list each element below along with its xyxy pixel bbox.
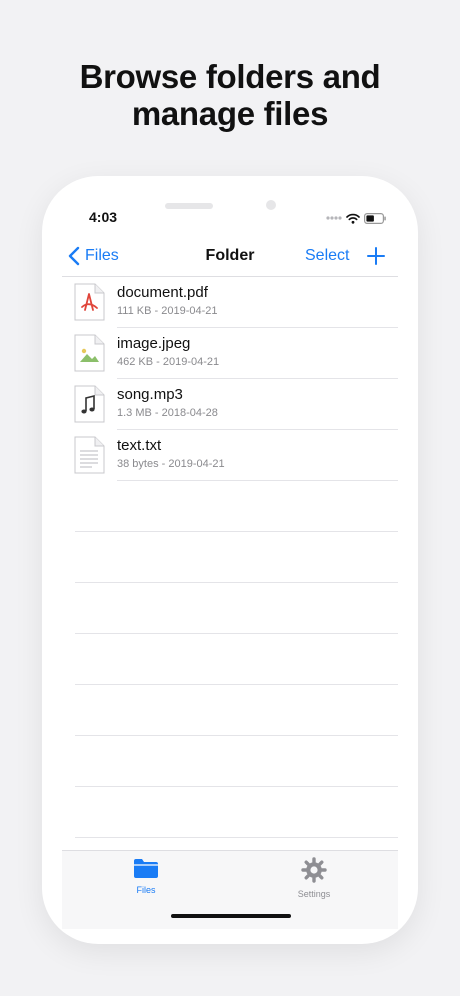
- chevron-left-icon: [68, 246, 80, 266]
- empty-row-divider: [75, 786, 398, 787]
- status-time: 4:03: [89, 209, 118, 225]
- file-meta: 111 KB - 2019-04-21: [117, 305, 218, 317]
- headline-line-2: manage files: [131, 95, 329, 132]
- list-item[interactable]: text.txt 38 bytes - 2019-04-21: [62, 430, 398, 481]
- row-divider: [117, 480, 398, 481]
- image-icon: [74, 334, 105, 372]
- empty-row-divider: [75, 837, 398, 838]
- status-icons: [326, 210, 386, 226]
- headline: Browse folders and manage files: [0, 58, 460, 132]
- empty-row-divider: [75, 735, 398, 736]
- file-meta: 462 KB - 2019-04-21: [117, 356, 220, 368]
- gear-icon: [301, 857, 327, 883]
- battery-icon: [364, 212, 386, 224]
- headline-line-1: Browse folders and: [79, 58, 381, 95]
- file-meta: 1.3 MB - 2018-04-28: [117, 407, 218, 419]
- tab-files[interactable]: Files: [106, 857, 186, 895]
- empty-row-divider: [75, 684, 398, 685]
- empty-row-divider: [75, 633, 398, 634]
- text-file-icon: [74, 436, 105, 474]
- list-item[interactable]: image.jpeg 462 KB - 2019-04-21: [62, 328, 398, 379]
- file-list: document.pdf 111 KB - 2019-04-21 image.j…: [62, 277, 398, 481]
- home-indicator: [171, 914, 291, 918]
- folder-icon: [134, 859, 158, 878]
- music-icon: [74, 385, 105, 423]
- phone-speaker: [165, 203, 213, 209]
- tab-settings-label: Settings: [297, 889, 331, 899]
- empty-row-divider: [75, 531, 398, 532]
- back-button[interactable]: Files: [68, 244, 119, 268]
- file-meta: 38 bytes - 2019-04-21: [117, 458, 225, 470]
- signal-icon: [326, 216, 342, 220]
- empty-row-divider: [75, 582, 398, 583]
- file-name: song.mp3: [117, 386, 183, 403]
- phone-camera: [266, 200, 276, 210]
- tab-files-label: Files: [136, 885, 156, 895]
- pdf-icon: [74, 283, 105, 321]
- tab-settings[interactable]: Settings: [274, 857, 354, 899]
- back-button-label: Files: [85, 247, 119, 264]
- select-button[interactable]: Select: [305, 247, 349, 265]
- wifi-icon: [346, 213, 360, 224]
- list-item[interactable]: document.pdf 111 KB - 2019-04-21: [62, 277, 398, 328]
- list-item[interactable]: song.mp3 1.3 MB - 2018-04-28: [62, 379, 398, 430]
- file-name: document.pdf: [117, 284, 208, 301]
- file-name: image.jpeg: [117, 335, 191, 352]
- add-icon[interactable]: [366, 246, 386, 266]
- file-name: text.txt: [117, 437, 162, 454]
